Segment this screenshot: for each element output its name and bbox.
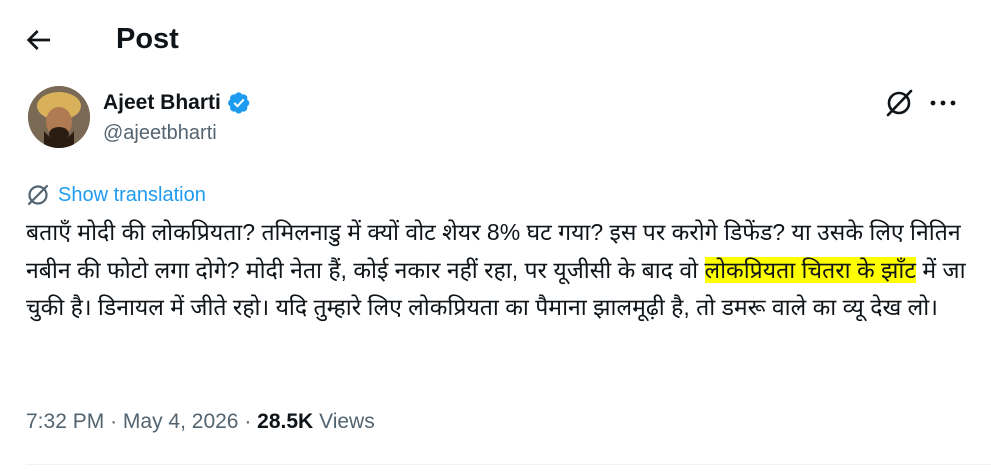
author-handle[interactable]: @ajeetbharti [103,122,217,145]
tweet-time[interactable]: 7:32 PM [26,410,104,433]
page-header: Post [0,0,991,80]
author-name-row: Ajeet Bharti [103,88,251,118]
arrow-left-icon [26,30,50,50]
verified-badge-icon [227,92,250,114]
views-label: Views [319,410,375,433]
more-horizontal-icon [930,100,956,106]
tweet-meta: 7:32 PM · May 4, 2026 · 28.5K Views [26,410,375,434]
page-title: Post [116,23,179,55]
tweet-text-highlight: लोकप्रियता चितरा के झाँट [704,256,916,283]
tweet-date[interactable]: May 4, 2026 [123,410,239,433]
more-options-button[interactable] [928,88,958,118]
show-translation-link[interactable]: Show translation [26,182,206,208]
meta-separator: · [244,410,252,433]
back-button[interactable] [22,24,54,56]
divider [26,464,991,465]
meta-separator: · [110,410,118,433]
show-translation-label: Show translation [58,183,206,206]
grok-icon [886,89,913,117]
tweet-text: बताएँ मोदी की लोकप्रियता? तमिलनाडु में क… [26,214,981,327]
grok-button[interactable] [883,88,917,118]
translate-icon [27,184,49,206]
avatar[interactable] [28,86,90,148]
views-count: 28.5K [257,410,314,433]
author-name[interactable]: Ajeet Bharti [103,91,221,115]
